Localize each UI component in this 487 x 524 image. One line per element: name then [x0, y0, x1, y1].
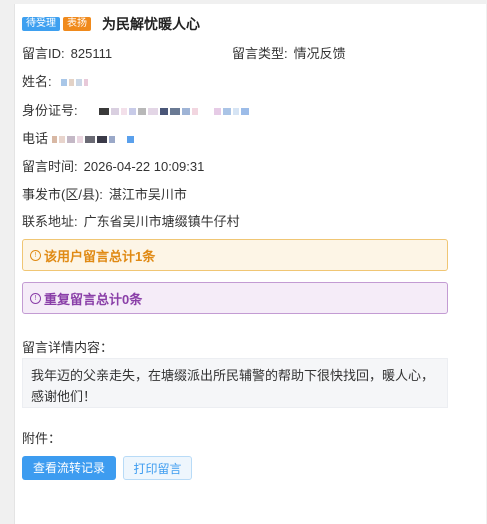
redacted-phone [51, 136, 134, 144]
address-value: 广东省吴川市塘缀镇牛仔村 [83, 214, 240, 229]
id-card-label: 身份证号: [22, 103, 78, 118]
message-id-row: 留言ID: 825111 [22, 43, 112, 62]
message-id-value: 825111 [70, 46, 113, 61]
duplicate-total-text: 重复留言总计0条 [44, 291, 143, 307]
city-row: 事发市(区/县): 湛江市吴川市 [22, 184, 187, 203]
user-total-alert: ! 该用户留言总计1条 [22, 239, 448, 271]
time-label: 留言时间: [22, 159, 78, 174]
detail-content: 我年迈的父亲走失，在塘缀派出所民辅警的帮助下很快找回，暖人心，感谢他们！ [22, 358, 448, 408]
message-type-value: 情况反馈 [293, 46, 346, 61]
phone-row: 电话 [22, 128, 134, 147]
city-label: 事发市(区/县): [22, 187, 103, 202]
message-type-row: 留言类型: 情况反馈 [232, 43, 346, 62]
info-icon: ! [30, 249, 41, 261]
view-flow-record-button[interactable]: 查看流转记录 [22, 456, 116, 480]
redacted-name [61, 79, 89, 87]
name-row: 姓名: [22, 71, 89, 90]
message-id-label: 留言ID: [22, 46, 65, 61]
time-row: 留言时间: 2026-04-22 10:09:31 [22, 156, 204, 175]
user-total-text: 该用户留言总计1条 [44, 248, 156, 264]
detail-label: 留言详情内容： [22, 340, 114, 355]
message-type-label: 留言类型: [232, 46, 288, 61]
redacted-id-card [99, 108, 250, 116]
status-badge: 待受理 [22, 17, 60, 31]
phone-label: 电话 [22, 131, 49, 146]
id-card-row: 身份证号: [22, 100, 250, 119]
type-badge: 表扬 [63, 17, 91, 31]
page-title: 为民解忧暖人心 [102, 16, 200, 32]
name-label: 姓名: [22, 74, 52, 89]
time-value: 2026-04-22 10:09:31 [83, 159, 205, 174]
address-row: 联系地址: 广东省吴川市塘缀镇牛仔村 [22, 211, 240, 230]
address-label: 联系地址: [22, 214, 78, 229]
title-row: 待受理 表扬 为民解忧暖人心 [22, 14, 200, 34]
attachment-label: 附件： [22, 431, 62, 446]
duplicate-total-alert: ! 重复留言总计0条 [22, 282, 448, 314]
info-icon: ! [30, 292, 41, 304]
print-message-button[interactable]: 打印留言 [123, 456, 192, 480]
city-value: 湛江市吴川市 [108, 187, 187, 202]
